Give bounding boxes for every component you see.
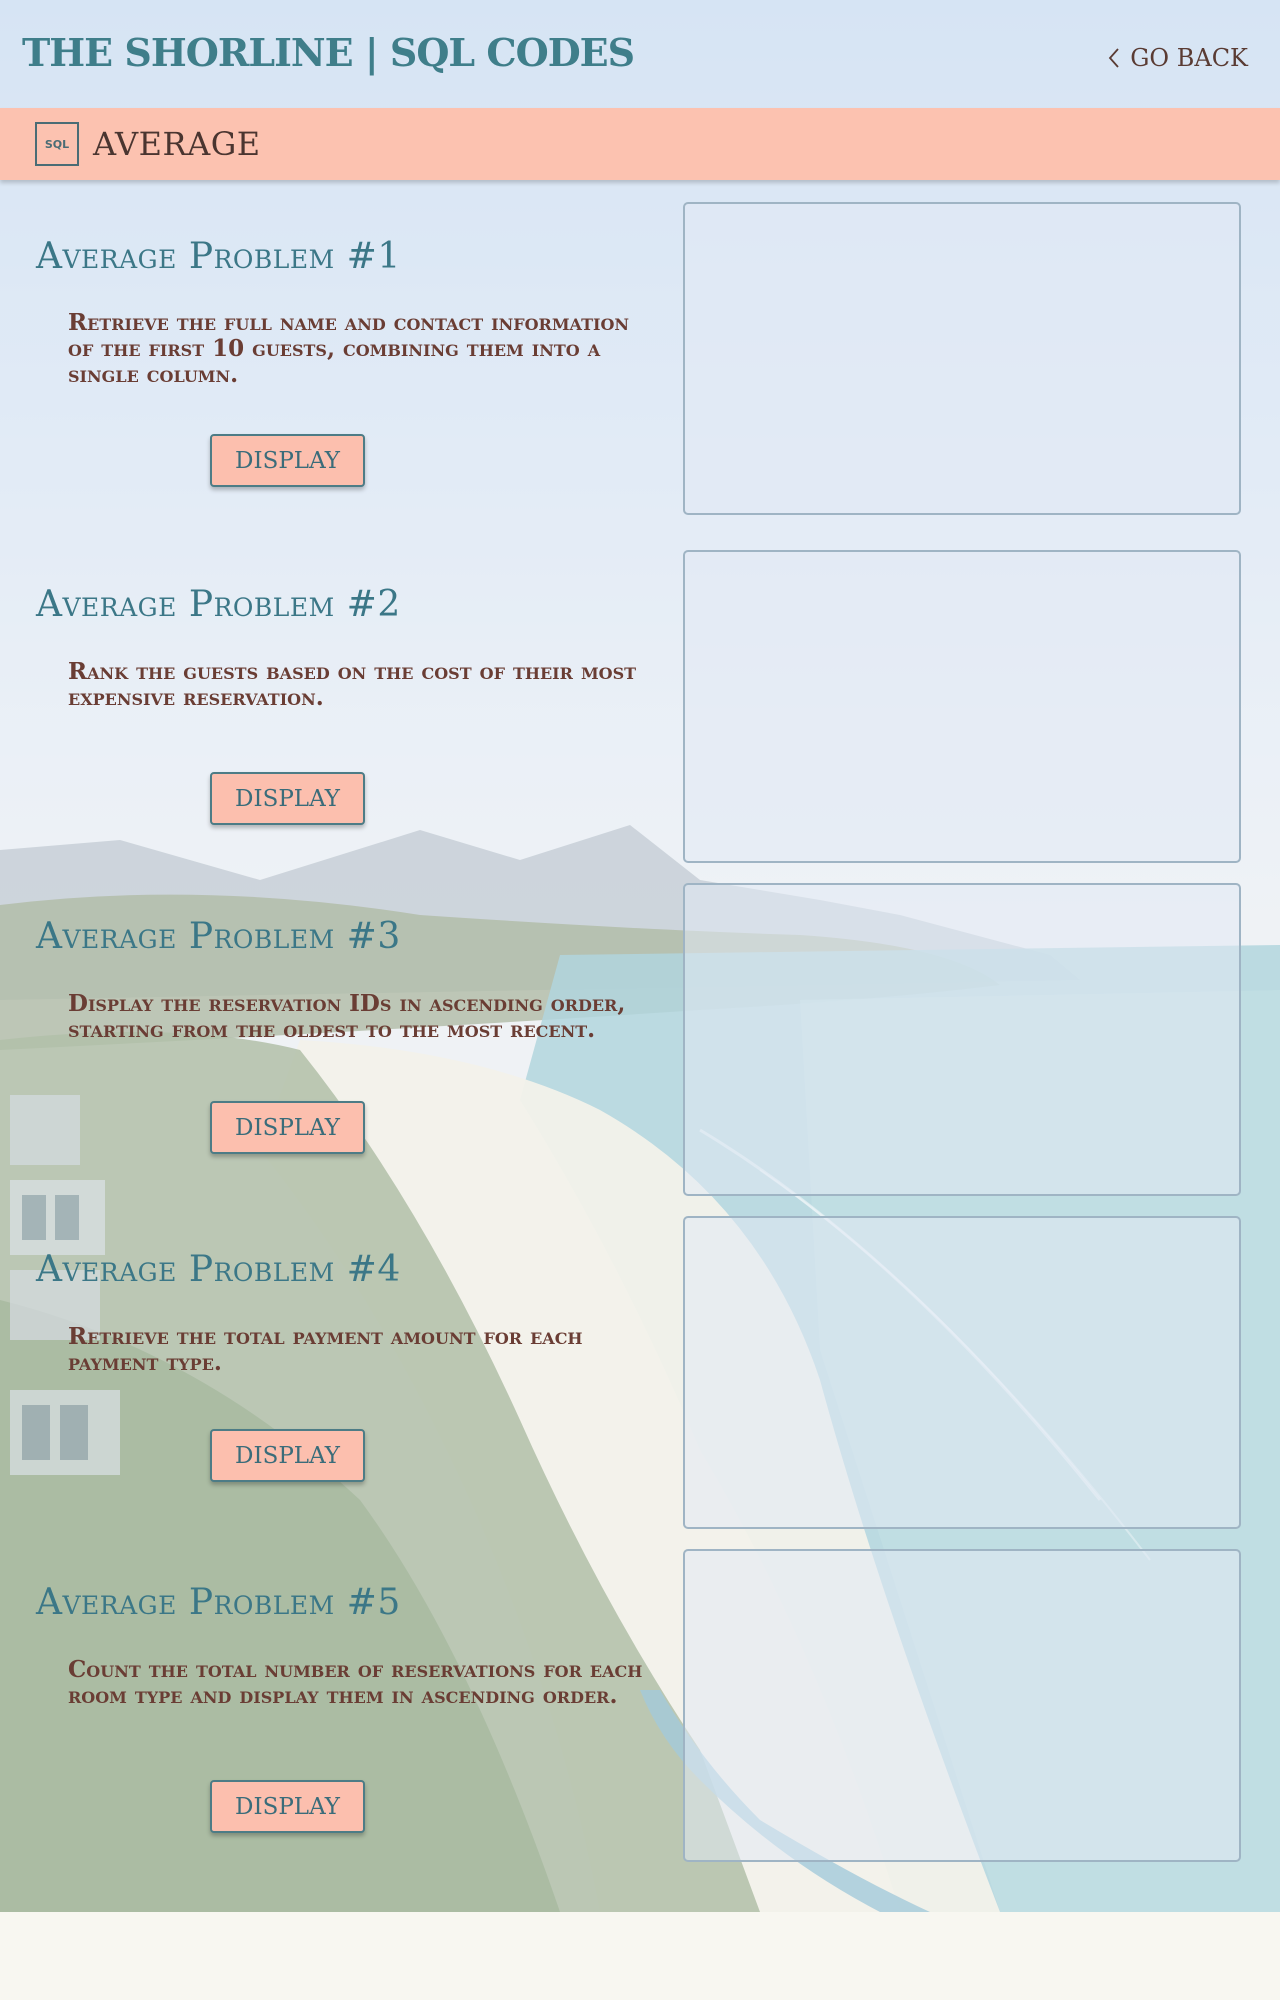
site-title: THE SHORLINE | SQL CODES xyxy=(22,30,635,75)
section-title: AVERAGE xyxy=(93,125,261,163)
result-panel-2 xyxy=(683,550,1241,863)
section-header-bar: SQL AVERAGE xyxy=(0,108,1280,180)
sql-icon: SQL xyxy=(35,122,79,166)
problem-title: Average Problem #1 xyxy=(36,236,401,277)
problem-description: Rank the guests based on the cost of the… xyxy=(68,658,637,711)
result-panel-5 xyxy=(683,1549,1241,1862)
problem-description: Count the total number of reservations f… xyxy=(68,1656,643,1709)
problem-title: Average Problem #3 xyxy=(36,916,401,957)
problem-title: Average Problem #5 xyxy=(36,1582,401,1623)
problem-title: Average Problem #4 xyxy=(36,1249,401,1290)
result-panel-4 xyxy=(683,1216,1241,1529)
result-panel-1 xyxy=(683,202,1241,515)
chevron-left-icon xyxy=(1109,48,1119,68)
problem-description: Display the reservation IDs in ascending… xyxy=(68,990,626,1043)
display-button-3[interactable]: DISPLAY xyxy=(210,1101,365,1154)
sql-icon-text: SQL xyxy=(44,137,70,151)
problem-title: Average Problem #2 xyxy=(36,584,401,625)
go-back-link[interactable]: GO BACK xyxy=(1108,44,1248,72)
go-back-label: GO BACK xyxy=(1130,44,1248,72)
display-button-1[interactable]: DISPLAY xyxy=(210,434,365,487)
display-button-2[interactable]: DISPLAY xyxy=(210,772,365,825)
top-bar: THE SHORLINE | SQL CODES GO BACK xyxy=(0,0,1280,108)
display-button-4[interactable]: DISPLAY xyxy=(210,1429,365,1482)
problem-description: Retrieve the total payment amount for ea… xyxy=(68,1323,583,1376)
problem-description: Retrieve the full name and contact infor… xyxy=(68,309,630,388)
result-panel-3 xyxy=(683,883,1241,1196)
display-button-5[interactable]: DISPLAY xyxy=(210,1780,365,1833)
